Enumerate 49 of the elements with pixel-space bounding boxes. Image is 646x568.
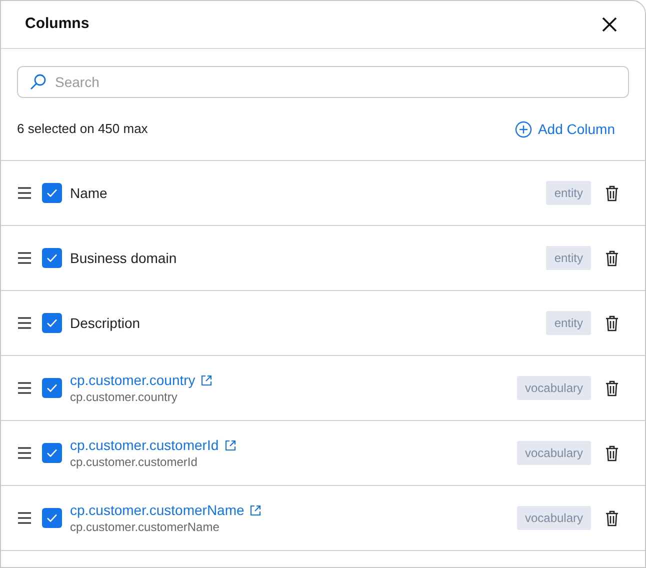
checkbox[interactable]: [42, 508, 62, 528]
column-name: Business domain: [70, 248, 178, 268]
column-name: Description: [70, 314, 142, 333]
close-icon[interactable]: [602, 17, 617, 32]
type-tag: vocabulary: [516, 506, 591, 530]
column-link[interactable]: cp.customer.customerId: [70, 436, 219, 454]
column-path: cp.customer.customerName: [70, 518, 220, 534]
dialog-title: Columns: [25, 14, 90, 34]
drag-handle-icon[interactable]: [18, 512, 31, 524]
check-icon: [46, 448, 58, 458]
column-name: Name: [70, 184, 108, 202]
check-icon: [46, 318, 58, 328]
trash-icon[interactable]: [605, 250, 619, 266]
selection-count: 6 selected on 450 max: [17, 120, 148, 138]
type-tag: entity: [546, 246, 591, 270]
add-column-button[interactable]: Add Column: [514, 118, 615, 140]
trash-icon[interactable]: [605, 444, 619, 462]
type-tag: vocabulary: [516, 441, 591, 465]
check-icon: [46, 383, 58, 393]
search-field[interactable]: Search: [17, 66, 629, 98]
drag-handle-icon[interactable]: [18, 252, 31, 264]
drag-handle-icon[interactable]: [18, 382, 31, 394]
trash-icon[interactable]: [605, 184, 619, 202]
drag-handle-icon[interactable]: [18, 447, 31, 459]
search-icon: [29, 73, 47, 91]
external-link-icon[interactable]: [201, 374, 212, 386]
checkbox[interactable]: [42, 248, 62, 268]
column-link[interactable]: cp.customer.country: [70, 372, 196, 388]
checkbox[interactable]: [42, 443, 62, 463]
type-tag: entity: [546, 311, 591, 335]
trash-icon[interactable]: [605, 314, 619, 332]
drag-handle-icon[interactable]: [18, 317, 31, 329]
type-tag: vocabulary: [516, 376, 591, 400]
drag-handle-icon[interactable]: [18, 187, 31, 199]
external-link-icon[interactable]: [250, 504, 262, 516]
plus-circle-icon: [514, 120, 532, 138]
column-link[interactable]: cp.customer.customerName: [70, 502, 244, 518]
type-tag: entity: [546, 181, 591, 205]
trash-icon[interactable]: [605, 510, 619, 526]
check-icon: [46, 513, 58, 523]
trash-icon[interactable]: [605, 380, 619, 396]
checkbox[interactable]: [42, 313, 62, 333]
checkbox[interactable]: [42, 378, 62, 398]
check-icon: [46, 188, 58, 198]
checkbox[interactable]: [42, 183, 62, 203]
external-link-icon[interactable]: [224, 440, 236, 450]
column-path: cp.customer.country: [70, 388, 178, 404]
check-icon: [46, 253, 58, 263]
column-path: cp.customer.customerId: [70, 454, 198, 470]
